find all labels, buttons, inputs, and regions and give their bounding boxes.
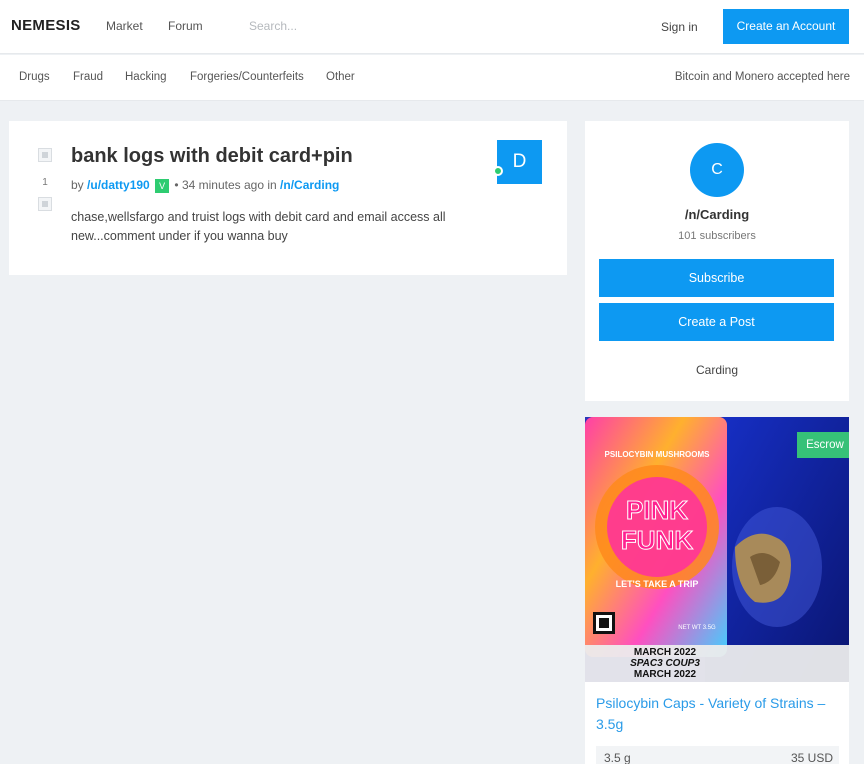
site-logo[interactable]: NEMESIS <box>11 17 81 34</box>
author-avatar[interactable]: D <box>497 140 542 184</box>
product-image-netwt: NET WT 3.5G <box>678 625 716 631</box>
signin-link[interactable]: Sign in <box>661 20 698 34</box>
payment-note: Bitcoin and Monero accepted here <box>674 71 850 83</box>
category-hacking[interactable]: Hacking <box>125 71 167 83</box>
category-other[interactable]: Other <box>326 71 355 83</box>
community-name[interactable]: /n/Carding <box>585 207 849 222</box>
community-card: C /n/Carding 101 subscribers Subscribe C… <box>585 121 849 401</box>
post-title[interactable]: bank logs with debit card+pin <box>71 145 353 168</box>
product-image-label1: MARCH 2022 <box>634 647 697 658</box>
post-card: 1 bank logs with debit card+pin by /u/da… <box>9 121 567 275</box>
product-image-label3: MARCH 2022 <box>634 669 697 680</box>
search-input[interactable] <box>242 12 542 40</box>
nav-forum-link[interactable]: Forum <box>168 19 203 33</box>
subscribe-button[interactable]: Subscribe <box>599 259 834 297</box>
product-image-label2: SPAC3 COUP3 <box>630 658 700 669</box>
escrow-badge: Escrow <box>797 432 849 458</box>
upvote-icon[interactable] <box>38 148 52 162</box>
community-link[interactable]: /n/Carding <box>280 178 339 192</box>
product-title-link[interactable]: Psilocybin Caps - Variety of Strains – 3… <box>596 693 841 735</box>
product-image-brand-line2: FUNK <box>621 525 693 555</box>
category-bar: Drugs Fraud Hacking Forgeries/Counterfei… <box>0 55 864 101</box>
category-drugs[interactable]: Drugs <box>19 71 50 83</box>
product-image-brand-top: PSILOCYBIN MUSHROOMS <box>605 450 711 459</box>
product-card[interactable]: PSILOCYBIN MUSHROOMS PINK FUNK LET'S TAK… <box>585 417 849 764</box>
subscriber-count: 101 subscribers <box>678 230 756 242</box>
create-post-button[interactable]: Create a Post <box>599 303 834 341</box>
downvote-icon[interactable] <box>38 197 52 211</box>
product-image-tagline: LET'S TAKE A TRIP <box>616 579 699 589</box>
author-link[interactable]: /u/datty190 <box>87 178 150 192</box>
community-avatar: C <box>690 143 744 197</box>
community-description: Carding <box>695 363 739 377</box>
verified-badge: V <box>155 178 170 193</box>
price-quantity: 3.5 g <box>604 751 631 764</box>
post-body: chase,wellsfargo and truist logs with de… <box>71 210 446 243</box>
category-forgeries[interactable]: Forgeries/Counterfeits <box>190 71 304 83</box>
price-value: 35 USD <box>790 751 833 764</box>
vote-count: 1 <box>42 177 48 188</box>
post-time: • 34 minutes ago in <box>174 178 277 192</box>
nav-market-link[interactable]: Market <box>106 19 143 33</box>
category-fraud[interactable]: Fraud <box>73 71 103 83</box>
product-image-brand-line1: PINK <box>626 495 688 525</box>
post-meta: by /u/datty190 V • 34 minutes ago in /n/… <box>71 178 339 193</box>
create-account-button[interactable]: Create an Account <box>723 9 849 44</box>
online-status-icon <box>493 166 503 176</box>
price-row[interactable]: 3.5 g 35 USD <box>596 746 839 764</box>
by-label: by <box>71 178 84 192</box>
top-navbar: NEMESIS Market Forum Sign in Create an A… <box>0 0 864 54</box>
